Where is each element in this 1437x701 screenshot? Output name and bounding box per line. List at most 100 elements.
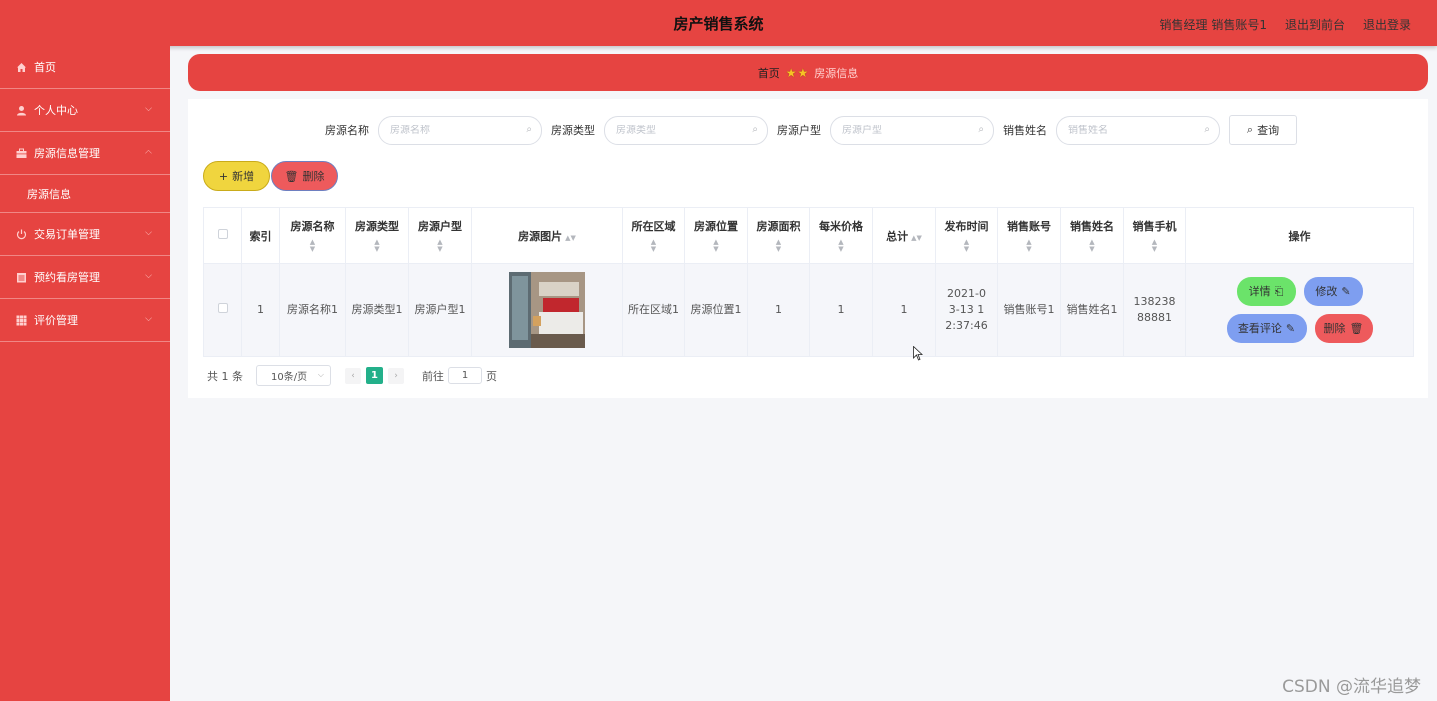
- header-label: 发布时间: [944, 220, 989, 233]
- pagination: 共 1 条 10条/页 ⌵ ‹ 1 › 前往 1 页: [207, 365, 497, 386]
- sort-icon[interactable]: ▲▼: [810, 239, 872, 253]
- page-size-select[interactable]: 10条/页 ⌵: [256, 365, 331, 386]
- header-select-all[interactable]: [203, 207, 242, 264]
- header-time[interactable]: 发布时间 ▲ ▼: [935, 207, 998, 264]
- sort-icon[interactable]: ▲▼: [565, 234, 576, 242]
- sort-icon[interactable]: ▲▼: [1061, 239, 1123, 253]
- header-account[interactable]: 销售账号 ▲ ▼: [997, 207, 1061, 264]
- header-sales-name[interactable]: 销售姓名 ▲ ▼: [1060, 207, 1124, 264]
- cell-actions: 详情 ⎗ 修改 ✎ 查看评论 ✎ 删除 🗑︎: [1185, 263, 1414, 357]
- header-total[interactable]: 总计 ▲▼: [872, 207, 936, 264]
- goto-page-input[interactable]: 1: [448, 367, 482, 384]
- breadcrumb-current: 房源信息: [814, 66, 859, 80]
- sort-icon[interactable]: ▲▼: [1124, 239, 1185, 253]
- view-reviews-button[interactable]: 查看评论 ✎: [1226, 314, 1307, 343]
- sidebar-item-label: 交易订单管理: [34, 228, 100, 241]
- home-icon: [15, 61, 27, 73]
- prev-page-button[interactable]: ‹: [345, 367, 361, 384]
- edit-button[interactable]: 修改 ✎: [1303, 277, 1363, 306]
- sidebar-item-label: 预约看房管理: [34, 271, 100, 284]
- logout-link[interactable]: 退出登录: [1363, 16, 1411, 33]
- add-button[interactable]: + 新增: [203, 161, 270, 191]
- search-icon: ⌕: [526, 123, 532, 135]
- delete-row-button[interactable]: 删除 🗑︎: [1314, 314, 1373, 343]
- cell-price: 1: [809, 263, 873, 357]
- batch-delete-button[interactable]: 🗑︎ 删除: [271, 161, 338, 191]
- header-label: 房源图片: [518, 229, 563, 243]
- header-label: 销售姓名: [1070, 220, 1114, 233]
- chevron-down-icon: ⌵: [145, 271, 152, 281]
- header-layout[interactable]: 房源户型 ▲ ▼: [408, 207, 472, 264]
- house-layout-input[interactable]: [842, 124, 962, 136]
- checkbox[interactable]: [217, 229, 228, 239]
- sort-icon[interactable]: ▲▼: [685, 239, 747, 253]
- sidebar-item-house-info[interactable]: 房源信息管理 ⌵: [0, 132, 170, 175]
- briefcase-icon: [15, 147, 27, 159]
- header-right: 销售经理 销售账号1 退出到前台 退出登录: [1160, 16, 1411, 33]
- delete-label: 删除: [302, 170, 325, 183]
- house-type-input[interactable]: [616, 124, 736, 136]
- grid-icon: [15, 314, 27, 326]
- row-select[interactable]: [203, 263, 242, 357]
- header-label: 房源名称: [290, 220, 335, 233]
- page-number-current[interactable]: 1: [366, 367, 383, 384]
- review-label: 查看评论: [1237, 321, 1282, 335]
- sidebar-item-appointments[interactable]: 预约看房管理 ⌵: [0, 256, 170, 299]
- header-region[interactable]: 所在区域 ▲ ▼: [622, 207, 685, 264]
- sidebar-item-label: 个人中心: [34, 104, 78, 117]
- header-location[interactable]: 房源位置 ▲ ▼: [684, 207, 748, 264]
- sort-icon[interactable]: ▲▼: [623, 239, 684, 253]
- header-label: 房源位置: [694, 220, 738, 233]
- sort-icon[interactable]: ▲▼: [409, 239, 471, 253]
- user-icon: [15, 104, 27, 116]
- search-label-layout: 房源户型: [777, 124, 821, 137]
- query-button[interactable]: ⌕ 查询: [1229, 115, 1297, 145]
- cell-sales-name: 销售姓名1: [1060, 263, 1124, 357]
- query-label: 查询: [1257, 124, 1280, 137]
- next-page-button[interactable]: ›: [388, 367, 404, 384]
- header-label: 索引: [249, 229, 272, 243]
- sort-icon[interactable]: ▲▼: [998, 239, 1060, 253]
- cell-region: 所在区域1: [622, 263, 685, 357]
- sales-name-input[interactable]: [1068, 124, 1188, 136]
- sidebar-item-reviews[interactable]: 评价管理 ⌵: [0, 299, 170, 342]
- header-area[interactable]: 房源面积 ▲ ▼: [747, 207, 810, 264]
- cell-image: [471, 263, 623, 357]
- header-label: 总计: [886, 229, 909, 243]
- sidebar-subitem-house-info[interactable]: 房源信息: [0, 175, 170, 213]
- sort-icon[interactable]: ▲▼: [748, 239, 809, 253]
- header-price[interactable]: 每米价格 ▲ ▼: [809, 207, 873, 264]
- sort-icon[interactable]: ▲▼: [346, 239, 408, 253]
- header-phone[interactable]: 销售手机 ▲ ▼: [1123, 207, 1186, 264]
- detail-button[interactable]: 详情 ⎗: [1236, 277, 1296, 306]
- header-name[interactable]: 房源名称 ▲ ▼: [279, 207, 346, 264]
- power-icon: [15, 228, 27, 240]
- sidebar: 首页 个人中心 ⌵ 房源信息管理 ⌵ 房源信息 交易订单管理 ⌵ 预约看房管理 …: [0, 46, 170, 701]
- breadcrumb-home[interactable]: 首页: [758, 65, 780, 81]
- detail-label: 详情: [1248, 284, 1271, 298]
- house-image[interactable]: [509, 272, 585, 348]
- house-name-input[interactable]: [390, 124, 510, 136]
- sort-icon[interactable]: ▲▼: [936, 239, 997, 253]
- goto-label: 前往: [422, 369, 444, 383]
- sidebar-item-home[interactable]: 首页: [0, 46, 170, 89]
- header-label: 操作: [1288, 229, 1311, 243]
- sidebar-item-profile[interactable]: 个人中心 ⌵: [0, 89, 170, 132]
- remove-label: 删除: [1323, 321, 1346, 335]
- sidebar-item-label: 房源信息管理: [34, 147, 100, 160]
- back-to-front-link[interactable]: 退出到前台: [1285, 16, 1345, 33]
- action-row: 查看评论 ✎ 删除 🗑︎: [1226, 314, 1373, 343]
- cell-location: 房源位置1: [684, 263, 748, 357]
- sort-icon[interactable]: ▲▼: [280, 239, 345, 253]
- chevron-down-icon: ⌵: [145, 104, 152, 114]
- search-input-name-wrap: ⌕: [378, 115, 542, 145]
- sidebar-item-label: 首页: [34, 61, 56, 74]
- search-input-sales-wrap: ⌕: [1056, 115, 1220, 145]
- breadcrumb: 首页 ★ ★ 房源信息: [188, 54, 1428, 91]
- trash-icon: 🗑︎: [284, 169, 299, 183]
- sidebar-item-orders[interactable]: 交易订单管理 ⌵: [0, 213, 170, 256]
- checkbox[interactable]: [217, 303, 228, 313]
- sort-icon[interactable]: ▲▼: [911, 234, 922, 242]
- header-image[interactable]: 房源图片 ▲▼: [471, 207, 623, 264]
- header-type[interactable]: 房源类型 ▲ ▼: [345, 207, 409, 264]
